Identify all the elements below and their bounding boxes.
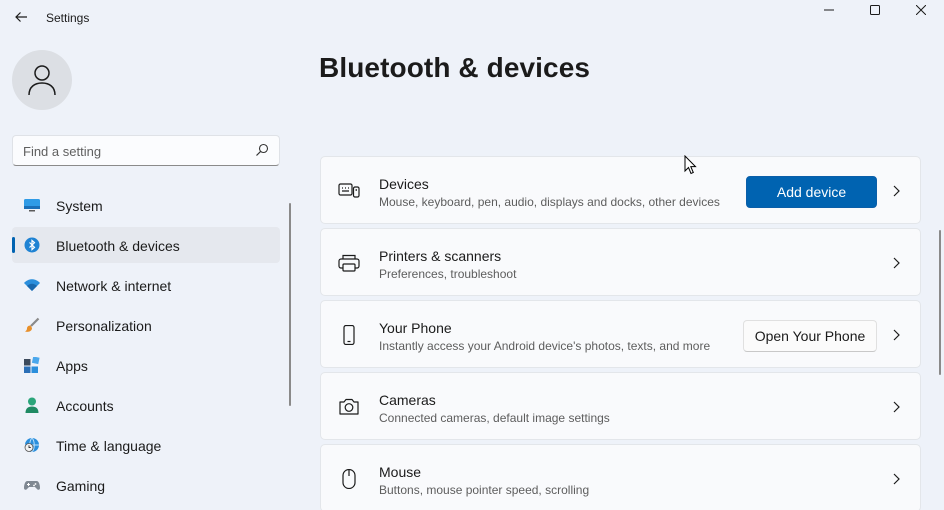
card-title: Your Phone xyxy=(379,320,452,336)
selection-indicator xyxy=(12,237,15,253)
sidebar-item-personalization[interactable]: Personalization xyxy=(12,307,280,343)
sidebar-scrollbar[interactable] xyxy=(289,203,291,406)
sidebar-item-label: Personalization xyxy=(56,318,152,334)
close-icon xyxy=(916,5,926,15)
maximize-icon xyxy=(870,5,880,15)
cameras-card[interactable]: Cameras Connected cameras, default image… xyxy=(320,372,921,440)
card-subtitle: Mouse, keyboard, pen, audio, displays an… xyxy=(379,195,720,209)
card-subtitle: Preferences, troubleshoot xyxy=(379,267,517,281)
card-title: Printers & scanners xyxy=(379,248,502,264)
mouse-card[interactable]: Mouse Buttons, mouse pointer speed, scro… xyxy=(320,444,921,510)
search-icon[interactable] xyxy=(255,143,269,157)
your-phone-card[interactable]: Your Phone Instantly access your Android… xyxy=(320,300,921,368)
sidebar-item-label: Time & language xyxy=(56,438,162,454)
sidebar-nav: System Bluetooth & devices Network & int… xyxy=(12,187,280,507)
sidebar-item-label: Network & internet xyxy=(56,278,172,294)
printers-scanners-card[interactable]: Printers & scanners Preferences, trouble… xyxy=(320,228,921,296)
person-icon xyxy=(28,65,56,96)
search-box[interactable] xyxy=(12,135,280,166)
card-subtitle: Buttons, mouse pointer speed, scrolling xyxy=(379,483,590,497)
devices-icon xyxy=(338,183,360,198)
chevron-right-icon xyxy=(893,329,900,341)
sidebar-item-label: Apps xyxy=(56,358,88,374)
mouse-icon xyxy=(342,469,356,489)
camera-icon xyxy=(339,398,359,415)
minimize-button[interactable] xyxy=(806,0,852,20)
sidebar-item-time-language[interactable]: Time & language xyxy=(12,427,280,463)
devices-card[interactable]: Devices Mouse, keyboard, pen, audio, dis… xyxy=(320,156,921,224)
main-scrollbar[interactable] xyxy=(939,230,941,375)
card-title: Cameras xyxy=(379,392,436,408)
accounts-icon xyxy=(25,397,39,413)
app-title: Settings xyxy=(46,11,90,25)
bluetooth-icon xyxy=(24,237,40,253)
sidebar-item-apps[interactable]: Apps xyxy=(12,347,280,383)
sidebar-item-label: Gaming xyxy=(56,478,106,494)
sidebar-item-network[interactable]: Network & internet xyxy=(12,267,280,303)
sidebar-item-gaming[interactable]: Gaming xyxy=(12,467,280,503)
sidebar-item-accounts[interactable]: Accounts xyxy=(12,387,280,423)
chevron-right-icon xyxy=(893,185,900,197)
sidebar-item-label: System xyxy=(56,198,103,214)
close-button[interactable] xyxy=(898,0,944,20)
brush-icon xyxy=(25,317,40,332)
gamepad-icon xyxy=(24,481,40,490)
minimize-icon xyxy=(824,9,834,11)
apps-icon xyxy=(24,357,40,373)
maximize-button[interactable] xyxy=(852,0,898,20)
globe-clock-icon xyxy=(24,437,39,453)
chevron-right-icon xyxy=(893,401,900,413)
mouse-cursor-icon xyxy=(684,155,697,175)
card-subtitle: Instantly access your Android device's p… xyxy=(379,339,711,353)
sidebar-item-bluetooth[interactable]: Bluetooth & devices xyxy=(12,227,280,263)
title-bar: Settings xyxy=(0,0,944,36)
chevron-right-icon xyxy=(893,257,900,269)
back-arrow-icon xyxy=(15,12,27,22)
card-title: Mouse xyxy=(379,464,422,480)
sidebar-item-label: Bluetooth & devices xyxy=(56,238,180,254)
avatar[interactable] xyxy=(12,50,72,110)
page-title: Bluetooth & devices xyxy=(319,52,591,83)
system-icon xyxy=(24,199,40,212)
open-your-phone-button[interactable]: Open Your Phone xyxy=(743,320,877,352)
chevron-right-icon xyxy=(893,473,900,485)
card-subtitle: Connected cameras, default image setting… xyxy=(379,411,610,425)
wifi-icon xyxy=(24,279,40,291)
sidebar-item-system[interactable]: System xyxy=(12,187,280,223)
sidebar-item-label: Accounts xyxy=(56,398,114,414)
card-title: Devices xyxy=(379,176,429,192)
back-button[interactable] xyxy=(8,4,34,30)
search-input[interactable] xyxy=(23,142,243,160)
phone-icon xyxy=(343,325,355,345)
add-device-button[interactable]: Add device xyxy=(746,176,877,208)
printer-icon xyxy=(338,254,360,272)
